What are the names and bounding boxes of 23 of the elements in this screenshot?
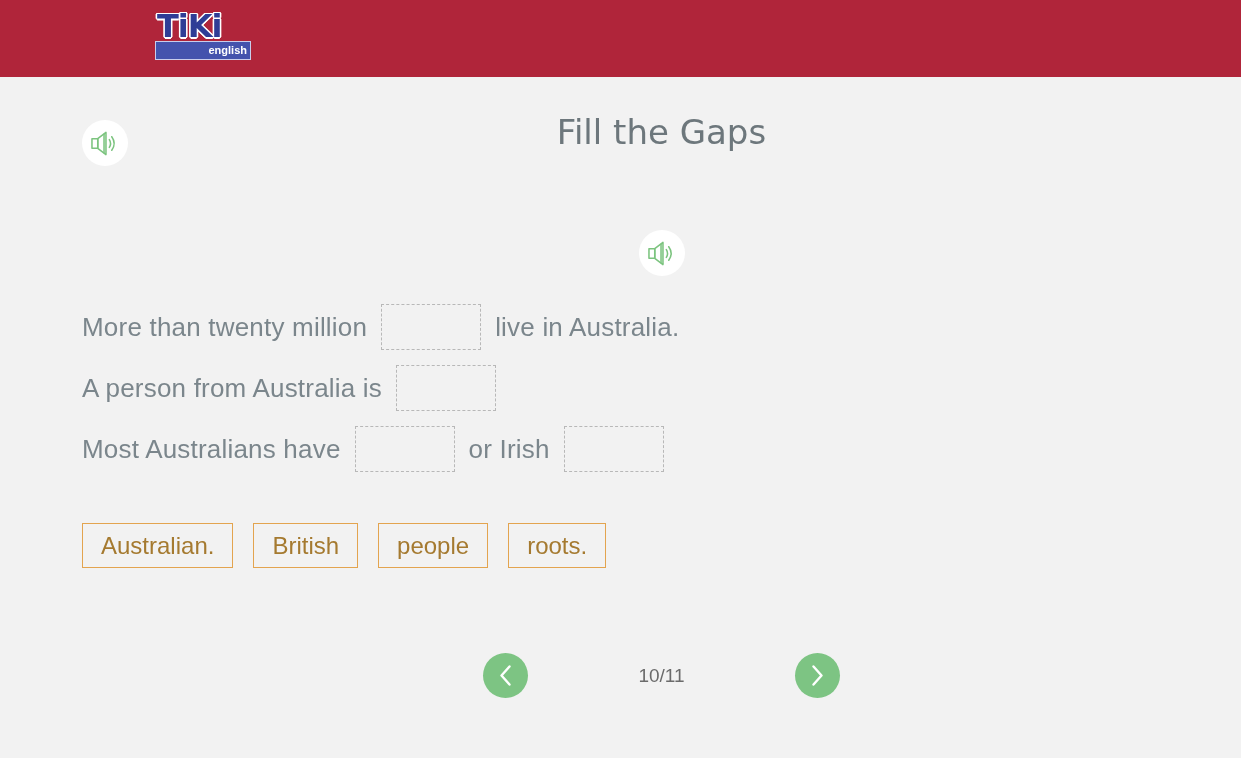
sentence-text: More than twenty million xyxy=(82,311,368,343)
next-button[interactable] xyxy=(794,653,840,698)
word-chip[interactable]: Australian. xyxy=(82,523,234,568)
chevron-left-icon xyxy=(500,665,512,686)
sentence-text: or Irish xyxy=(468,433,550,465)
sentence-text: live in Australia. xyxy=(495,311,680,343)
audio-button[interactable] xyxy=(82,120,128,166)
gap-field[interactable] xyxy=(396,365,496,411)
sentence-text: A person from Australia is xyxy=(82,372,382,404)
gap-field[interactable] xyxy=(354,426,455,472)
word-chip[interactable]: British xyxy=(253,523,359,568)
previous-button[interactable] xyxy=(483,653,529,698)
sentence-text: Most Australians have xyxy=(82,433,341,465)
audio-button[interactable] xyxy=(638,230,685,276)
logo-subtitle: english xyxy=(155,41,251,60)
exercise-title: Fill the Gaps xyxy=(556,111,767,153)
page-counter: 10/11 xyxy=(638,664,685,687)
gap-field[interactable] xyxy=(563,426,664,472)
gap-field[interactable] xyxy=(381,304,482,350)
word-chip[interactable]: roots. xyxy=(508,523,607,568)
logo-title: TiKi xyxy=(156,11,223,41)
word-chip[interactable]: people xyxy=(378,523,489,568)
chevron-right-icon xyxy=(811,665,823,686)
